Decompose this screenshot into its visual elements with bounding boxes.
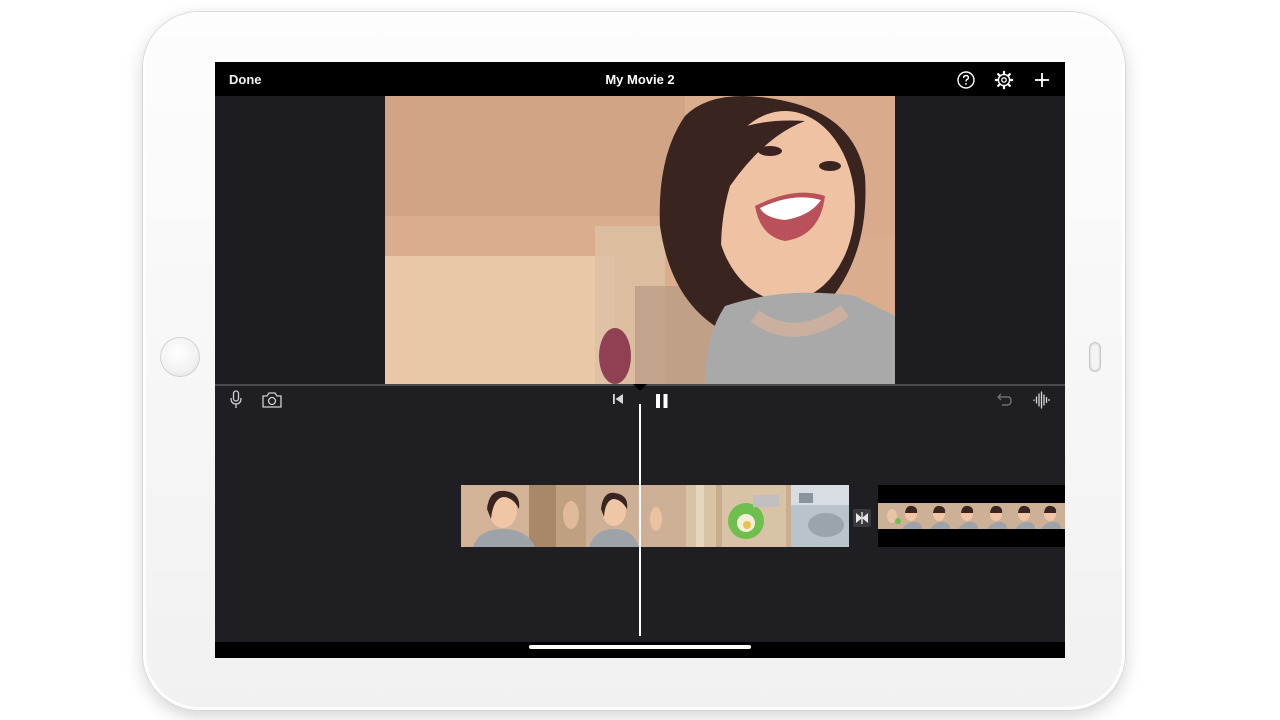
clip-1[interactable]: [461, 485, 849, 547]
project-title: My Movie 2: [605, 72, 675, 87]
pause-icon[interactable]: [655, 393, 669, 409]
audio-waveform-icon[interactable]: [1033, 391, 1051, 409]
camera-icon[interactable]: [261, 391, 283, 409]
top-bar: Done My Movie 2: [215, 62, 1065, 98]
playhead-line[interactable]: [639, 404, 641, 636]
undo-icon[interactable]: [995, 392, 1013, 408]
playhead-marker: [633, 384, 647, 391]
skip-to-start-icon[interactable]: [612, 393, 624, 405]
front-camera: [1090, 343, 1100, 371]
add-icon[interactable]: [1032, 70, 1052, 90]
microphone-icon[interactable]: [229, 390, 243, 410]
app-screen: Done My Movie 2: [215, 62, 1065, 658]
clip-2[interactable]: [878, 485, 1065, 547]
settings-icon[interactable]: [994, 70, 1014, 90]
home-button[interactable]: [161, 338, 199, 376]
help-icon[interactable]: [956, 70, 976, 90]
video-preview[interactable]: [385, 96, 895, 384]
home-indicator[interactable]: [529, 645, 751, 649]
transition-icon[interactable]: [853, 509, 871, 527]
